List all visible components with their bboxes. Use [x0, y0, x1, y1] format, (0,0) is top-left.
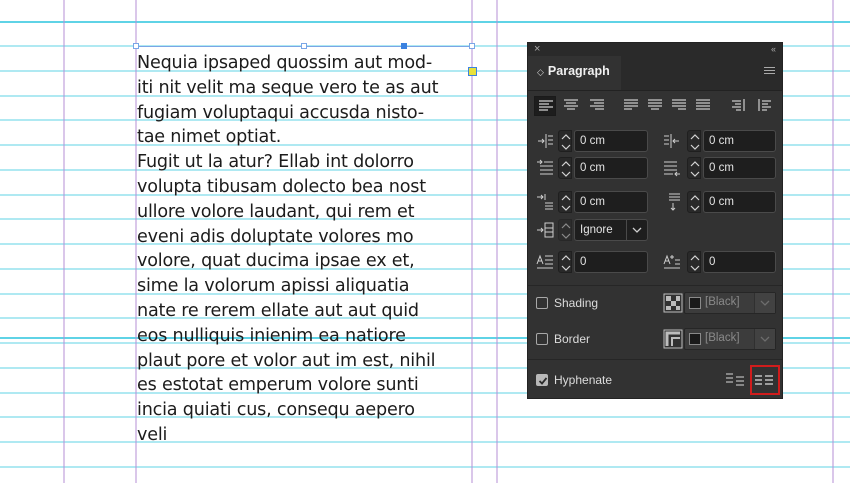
story-line[interactable]: es estotat emperum volore sunti [137, 373, 477, 398]
align-away-from-spine-button[interactable] [754, 96, 776, 116]
shading-checkbox[interactable] [536, 297, 548, 309]
justify-left-button[interactable] [620, 96, 642, 116]
first-line-indent-stepper[interactable] [558, 157, 572, 179]
frame-handle-top-middle[interactable] [301, 43, 307, 49]
story-line[interactable]: eos nulliquis inienim ea natiore [137, 324, 477, 349]
divider [528, 285, 782, 286]
last-line-indent-icon [664, 161, 680, 177]
chevron-down-icon[interactable] [754, 293, 775, 313]
frame-inport[interactable] [401, 43, 407, 49]
border-color-dropdown[interactable]: [Black] [684, 328, 776, 350]
last-line-indent-field[interactable]: 0 cm [703, 157, 776, 179]
border-checkbox[interactable] [536, 333, 548, 345]
align-to-grid-icon [537, 222, 554, 238]
chevron-down-icon[interactable] [754, 329, 775, 349]
shading-label: Shading [554, 296, 599, 310]
story-line[interactable]: iti nit velit ma seque vero te as aut [137, 76, 477, 101]
panel-menu-icon[interactable] [764, 67, 775, 76]
tab-label: Paragraph [547, 64, 610, 78]
story-line[interactable]: volupta tibusam dolecto bea nost [137, 175, 477, 200]
story-line[interactable]: tae nimet optiat. [137, 125, 477, 150]
indent-row-2: 0 cm 0 cm [536, 157, 776, 179]
check-icon [538, 377, 548, 385]
do-not-align-to-grid-icon[interactable] [725, 371, 745, 387]
frame-handle-top-left[interactable] [133, 43, 139, 49]
collapse-icon[interactable]: ‹‹ [771, 43, 776, 56]
first-line-indent-field[interactable]: 0 cm [574, 157, 648, 179]
story-line[interactable]: sime la volorum apissi aliquatia [137, 274, 477, 299]
spacing-row: 0 cm 0 cm [536, 191, 776, 213]
story-line[interactable]: incia quiati cus, consequ aepero [137, 398, 477, 423]
paragraph-panel: × ‹‹ ◇ Paragraph 0 cm 0 cm 0 cm 0 cm 0 c… [527, 42, 783, 399]
align-towards-spine-button[interactable] [728, 96, 750, 116]
border-icon [663, 329, 683, 349]
align-to-grid-stepper[interactable] [558, 219, 572, 241]
panel-titlebar[interactable]: × ‹‹ [528, 43, 782, 56]
shading-color-dropdown[interactable]: [Black] [684, 292, 776, 314]
left-indent-stepper[interactable] [558, 130, 572, 152]
story-line[interactable]: volore, quat ducima ipsae ex et, [137, 249, 477, 274]
align-right-button[interactable] [586, 96, 608, 116]
drop-cap-lines-stepper[interactable] [558, 251, 572, 273]
justify-center-button[interactable] [644, 96, 666, 116]
align-center-button[interactable] [560, 96, 582, 116]
justify-all-button[interactable] [692, 96, 714, 116]
story-line[interactable]: eveni adis doluptate volores mo [137, 225, 477, 250]
justify-right-button[interactable] [668, 96, 690, 116]
frame-handle-top-right[interactable] [469, 43, 475, 49]
right-indent-icon [664, 134, 679, 148]
drop-cap-chars-field[interactable]: 0 [703, 251, 776, 273]
left-indent-field[interactable]: 0 cm [574, 130, 648, 152]
drop-cap-lines-field[interactable]: 0 [574, 251, 648, 273]
story-line[interactable]: fugiam voluptaqui accusda nisto- [137, 101, 477, 126]
shading-color-name: [Black] [705, 296, 740, 308]
drop-cap-row: 0 0 [536, 251, 776, 273]
first-line-indent-icon [537, 159, 553, 175]
space-before-field[interactable]: 0 cm [574, 191, 648, 213]
story-line[interactable]: plaut pore et volor aut im est, nihil [137, 349, 477, 374]
story-line[interactable]: Fugit ut la atur? Ellab int dolorro [137, 150, 477, 175]
hyphenate-label: Hyphenate [554, 373, 613, 387]
shading-icon [663, 293, 683, 313]
tab-paragraph[interactable]: ◇ Paragraph [528, 56, 621, 90]
space-before-icon [537, 194, 553, 210]
space-before-stepper[interactable] [558, 191, 572, 213]
indent-row-1: 0 cm 0 cm [536, 130, 776, 152]
story-line[interactable]: Nequia ipsaped quossim aut mod- [137, 51, 477, 76]
shading-swatch [689, 297, 701, 309]
text-story[interactable]: Nequia ipsaped quossim aut mod-iti nit v… [137, 51, 477, 448]
drop-cap-chars-icon [663, 254, 680, 269]
story-line[interactable]: veli [137, 423, 477, 448]
space-after-field[interactable]: 0 cm [703, 191, 776, 213]
drop-cap-chars-stepper[interactable] [687, 251, 701, 273]
border-color-name: [Black] [705, 332, 740, 344]
drop-cap-lines-icon [536, 254, 553, 269]
panel-tabbar: ◇ Paragraph [528, 56, 782, 91]
align-to-grid-value: Ignore [580, 224, 613, 236]
border-label: Border [554, 332, 591, 346]
align-to-grid-select[interactable]: Ignore [574, 219, 648, 241]
border-swatch [689, 333, 701, 345]
tab-cycle-icon[interactable]: ◇ [537, 67, 544, 77]
divider [528, 359, 782, 360]
right-indent-stepper[interactable] [687, 130, 701, 152]
align-left-button[interactable] [534, 96, 556, 116]
chevron-down-icon[interactable] [626, 220, 647, 240]
highlight-callout [750, 365, 780, 395]
story-line[interactable]: ullore volore laudant, qui rem et [137, 200, 477, 225]
right-indent-field[interactable]: 0 cm [703, 130, 776, 152]
last-line-indent-stepper[interactable] [687, 157, 701, 179]
grid-align-row: Ignore [536, 219, 656, 241]
left-indent-icon [538, 134, 553, 148]
space-after-icon [669, 193, 680, 211]
close-icon[interactable]: × [534, 43, 540, 56]
story-line[interactable]: nate re rerem ellate aut aut quid [137, 299, 477, 324]
hyphenate-checkbox[interactable] [536, 374, 548, 386]
space-after-stepper[interactable] [687, 191, 701, 213]
